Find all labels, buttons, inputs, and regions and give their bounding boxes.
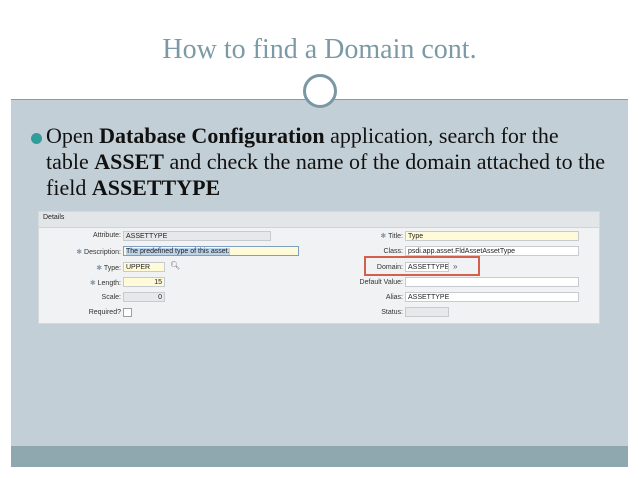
details-panel: Details Attribute: ASSETTYPE ✱ Descripti… [38, 211, 600, 324]
attribute-field[interactable]: ASSETTYPE [123, 231, 271, 241]
required-checkbox[interactable] [123, 308, 132, 317]
slide-title: How to find a Domain cont. [162, 34, 477, 65]
details-header-label: Details [43, 214, 65, 221]
details-header: Details [39, 212, 599, 228]
bold-table-name: ASSET [94, 149, 164, 174]
required-marker-icon: ✱ [380, 233, 389, 240]
type-field[interactable]: UPPER [123, 262, 165, 272]
divider-ring-icon [303, 74, 337, 108]
attribute-label: Attribute: [92, 232, 121, 239]
description-label-text: Description: [84, 249, 121, 256]
required-marker-icon: ✱ [76, 249, 85, 256]
status-label: Status: [381, 309, 403, 316]
type-label-text: Type: [103, 265, 121, 272]
length-label: ✱ Length: [49, 279, 121, 287]
length-label-text: Length: [97, 280, 121, 287]
slide: How to find a Domain cont. Open Database… [11, 11, 628, 467]
alias-label: Alias: [385, 294, 403, 301]
bullet-text: Open Database Configuration application,… [46, 123, 606, 201]
required-marker-icon: ✱ [89, 280, 98, 287]
bold-app-name: Database Configuration [99, 123, 325, 148]
alias-field[interactable]: ASSETTYPE [405, 292, 579, 302]
default-value-label: Default Value: [359, 279, 403, 286]
description-label: ✱ Description: [49, 248, 121, 256]
class-field[interactable]: psdi.app.asset.FldAssetAssetType [405, 246, 579, 256]
length-field[interactable]: 15 [123, 277, 165, 287]
title-label-text: Title: [388, 233, 403, 240]
magnifier-icon[interactable]: 🔍︎ [170, 261, 180, 270]
required-marker-icon: ✱ [96, 265, 104, 272]
domain-highlight [364, 256, 480, 276]
bullet-icon [31, 133, 42, 144]
default-value-field[interactable] [405, 277, 579, 287]
bold-field-name: ASSETTYPE [91, 175, 221, 200]
status-field[interactable] [405, 307, 449, 317]
description-field[interactable]: The predefined type of this asset. [123, 246, 299, 256]
required-label: Required? [88, 309, 121, 316]
title-label: ✱ Title: [339, 232, 403, 240]
title-field[interactable]: Type [405, 231, 579, 241]
text-run: Open [46, 123, 100, 148]
class-label: Class: [383, 248, 403, 255]
scale-field[interactable]: 0 [123, 292, 165, 302]
type-label: ✱ Type: [49, 264, 121, 272]
description-value: The predefined type of this asset. [126, 248, 230, 255]
scale-label: Scale: [101, 294, 121, 301]
footer-band [11, 446, 628, 467]
